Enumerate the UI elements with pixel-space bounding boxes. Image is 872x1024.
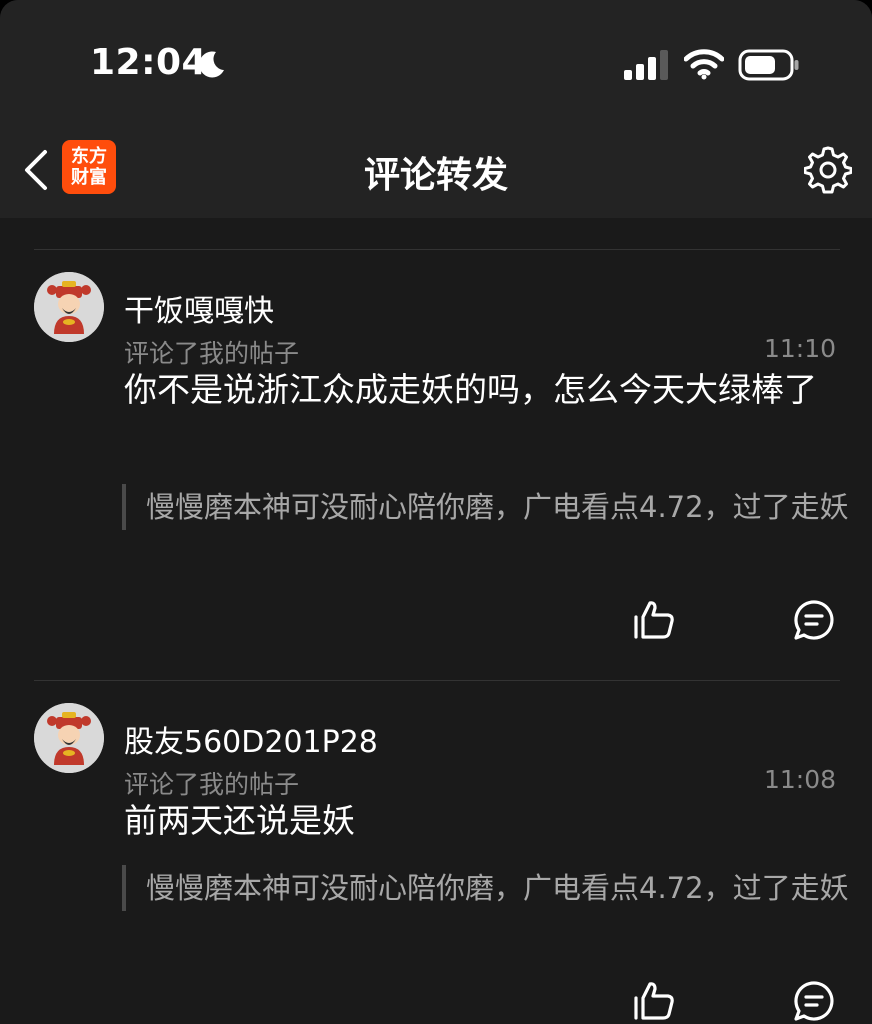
reply-button[interactable] bbox=[790, 596, 838, 644]
god-of-wealth-avatar-icon bbox=[34, 703, 104, 773]
thumbs-up-icon bbox=[634, 982, 674, 1020]
quoted-post[interactable]: 慢慢磨本神可没耐心陪你磨，广电看点4.72，过了走妖 bbox=[122, 865, 860, 911]
battery-icon bbox=[738, 49, 799, 81]
settings-button[interactable] bbox=[800, 142, 856, 198]
username[interactable]: 干饭嘎嘎快 bbox=[124, 286, 274, 330]
gear-icon bbox=[804, 146, 852, 194]
timestamp: 11:10 bbox=[763, 334, 836, 363]
comment-text: 你不是说浙江众成走妖的吗，怎么今天大绿棒了 bbox=[124, 370, 817, 409]
screen: 12:04 东方 财富 评论转发 干饭嘎嘎快 评论了我的帖子 11:10 你不是… bbox=[0, 0, 872, 1024]
page-title: 评论转发 bbox=[363, 155, 508, 196]
status-time: 12:04 bbox=[90, 42, 208, 83]
quoted-post[interactable]: 慢慢磨本神可没耐心陪你磨，广电看点4.72，过了走妖 bbox=[122, 484, 860, 530]
avatar[interactable] bbox=[34, 272, 104, 342]
god-of-wealth-avatar-icon bbox=[34, 272, 104, 342]
avatar[interactable] bbox=[34, 703, 104, 773]
comment-item[interactable]: 股友560D201P28 评论了我的帖子 11:08 前两天还说是妖 慢慢磨本神… bbox=[0, 681, 872, 1024]
nav-bar: 东方 财富 评论转发 bbox=[0, 120, 872, 218]
moon-icon bbox=[199, 51, 224, 78]
reply-button[interactable] bbox=[790, 977, 838, 1024]
timestamp: 11:08 bbox=[763, 765, 836, 794]
status-bar: 12:04 bbox=[0, 0, 872, 120]
like-button[interactable] bbox=[630, 977, 678, 1024]
signal-icon bbox=[624, 50, 668, 80]
comment-bubble-icon bbox=[794, 600, 834, 640]
thumbs-up-icon bbox=[634, 601, 674, 639]
comment-bubble-icon bbox=[794, 981, 834, 1021]
like-button[interactable] bbox=[630, 596, 678, 644]
username[interactable]: 股友560D201P28 bbox=[124, 717, 378, 761]
wifi-icon bbox=[684, 49, 724, 80]
comment-list: 干饭嘎嘎快 评论了我的帖子 11:10 你不是说浙江众成走妖的吗，怎么今天大绿棒… bbox=[0, 218, 872, 1024]
comment-item[interactable]: 干饭嘎嘎快 评论了我的帖子 11:10 你不是说浙江众成走妖的吗，怎么今天大绿棒… bbox=[0, 250, 872, 680]
comment-text: 前两天还说是妖 bbox=[124, 801, 355, 840]
